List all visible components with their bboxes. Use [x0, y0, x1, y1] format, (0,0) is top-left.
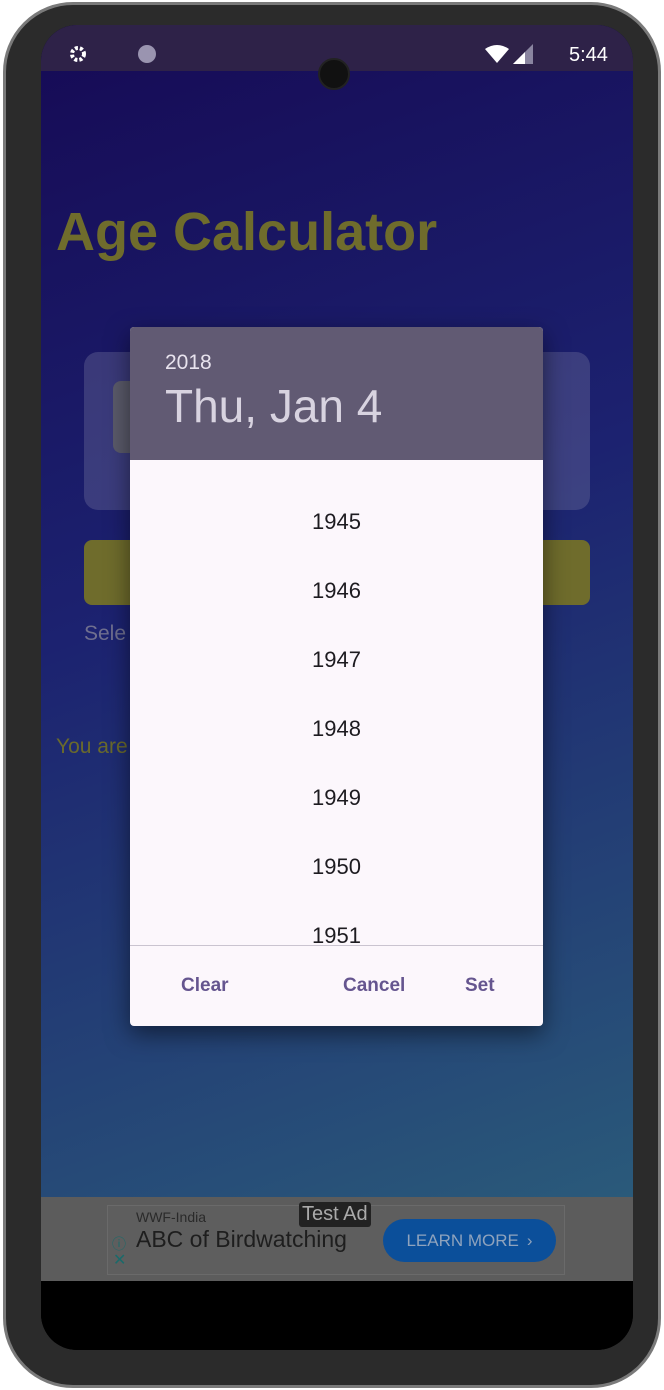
- ad-headline: ABC of Birdwatching: [136, 1226, 347, 1252]
- selected-year[interactable]: 2018: [165, 351, 543, 375]
- cancel-button[interactable]: Cancel: [343, 975, 405, 997]
- year-list[interactable]: 1944 1945 1946 1947 1948 1949 1950 1951: [130, 460, 543, 945]
- divider: [130, 945, 543, 946]
- year-item[interactable]: 1949: [130, 785, 543, 811]
- ad-box[interactable]: WWF-India ABC of Birdwatching ⓘ ✕ Test A…: [107, 1202, 565, 1275]
- year-item[interactable]: 1945: [130, 509, 543, 535]
- wifi-icon: [485, 45, 509, 63]
- app-title: Age Calculator: [56, 202, 438, 262]
- close-ad-icon[interactable]: ✕: [113, 1250, 126, 1270]
- year-item[interactable]: 1950: [130, 854, 543, 880]
- selected-date[interactable]: Thu, Jan 4: [165, 379, 543, 433]
- test-ad-badge: Test Ad: [299, 1202, 371, 1227]
- selected-date-text: Sele: [84, 622, 127, 645]
- gear-icon: [70, 46, 86, 62]
- screen: Age Calculator Sele You are 5:44 2018 Th…: [41, 25, 633, 1350]
- chevron-right-icon: ›: [526, 1230, 533, 1250]
- clear-button[interactable]: Clear: [181, 975, 229, 997]
- camera-cutout: [318, 58, 350, 90]
- ad-banner[interactable]: WWF-India ABC of Birdwatching ⓘ ✕ Test A…: [41, 1197, 633, 1281]
- year-item[interactable]: 1946: [130, 578, 543, 604]
- age-result-text: You are: [56, 735, 128, 758]
- learn-more-button[interactable]: LEARN MORE ›: [383, 1219, 556, 1262]
- year-item[interactable]: 1948: [130, 716, 543, 742]
- year-item[interactable]: 1944: [130, 460, 543, 462]
- learn-more-label: LEARN MORE: [406, 1230, 519, 1250]
- phone-frame: Age Calculator Sele You are 5:44 2018 Th…: [3, 2, 661, 1388]
- year-item[interactable]: 1947: [130, 647, 543, 673]
- ad-advertiser: WWF-India: [136, 1209, 206, 1225]
- dialog-header: 2018 Thu, Jan 4: [130, 327, 543, 460]
- status-time: 5:44: [569, 44, 608, 66]
- year-item[interactable]: 1951: [130, 923, 543, 945]
- notification-icon: [138, 45, 156, 63]
- date-picker-dialog: 2018 Thu, Jan 4 1944 1945 1946 1947 1948…: [130, 327, 543, 1026]
- signal-icon: [513, 44, 533, 64]
- set-button[interactable]: Set: [465, 975, 495, 997]
- navigation-bar: [41, 1281, 633, 1350]
